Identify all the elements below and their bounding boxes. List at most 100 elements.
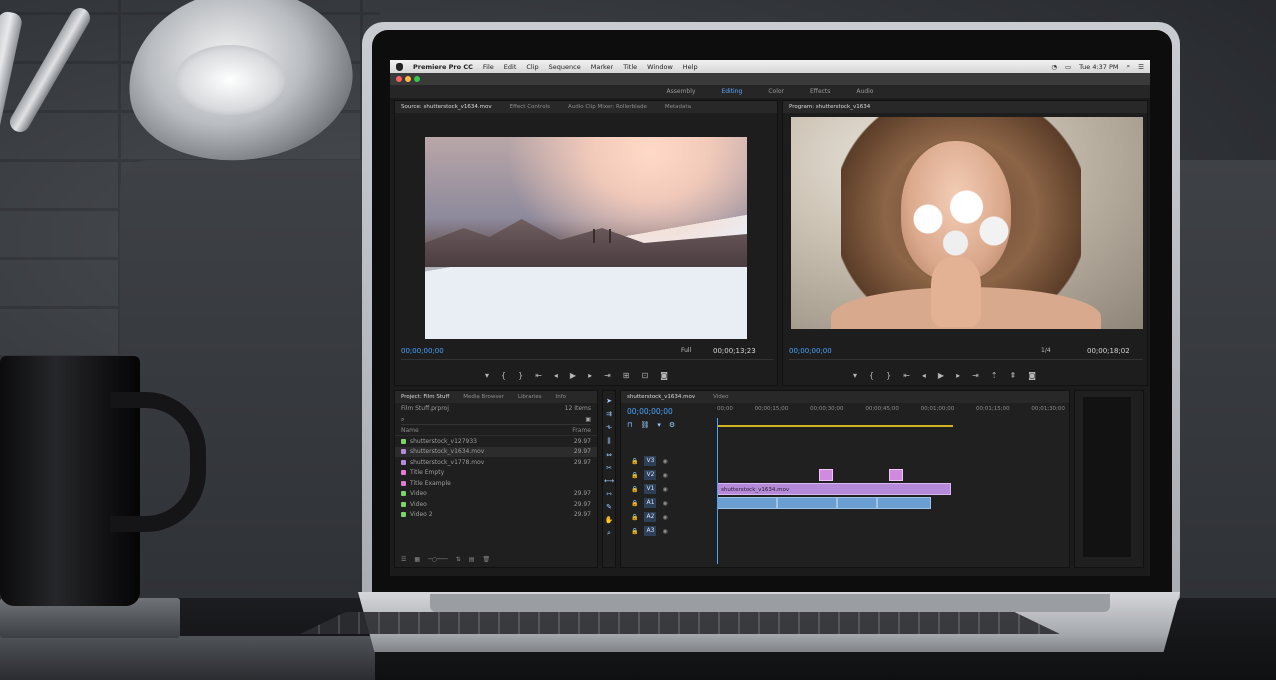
step-back-icon[interactable]: ◂ [554, 371, 558, 380]
add-marker-icon[interactable]: ▾ [853, 371, 857, 380]
program-scrub-bar[interactable] [789, 359, 1143, 367]
toggle-sync-lock-icon[interactable]: 🔒 [631, 472, 638, 479]
extract-icon[interactable]: ⇞ [1010, 371, 1017, 380]
video-clip[interactable]: shutterstock_v1634.mov [717, 483, 951, 495]
go-to-out-icon[interactable]: ⇥ [604, 371, 611, 380]
step-forward-icon[interactable]: ▸ [956, 371, 960, 380]
tab-info[interactable]: Info [556, 394, 566, 400]
go-to-in-icon[interactable]: ⇤ [535, 371, 542, 380]
track-target-label[interactable]: A1 [644, 498, 657, 508]
linked-selection-icon[interactable]: ⛓ [640, 421, 649, 429]
tab-program[interactable]: Program: shutterstock_v1634 [789, 104, 870, 110]
zoom-tool-icon[interactable]: ⌕ [607, 529, 611, 538]
workspace-effects[interactable]: Effects [810, 88, 830, 95]
tab-source[interactable]: Source: shutterstock_v1634.mov [401, 104, 492, 110]
menubar-clock[interactable]: Tue 4:37 PM [1079, 63, 1118, 71]
go-to-in-icon[interactable]: ⇤ [903, 371, 910, 380]
menu-list-icon[interactable]: ☰ [1138, 63, 1144, 71]
menu-clip[interactable]: Clip [526, 63, 538, 71]
pen-tool-icon[interactable]: ✎ [606, 503, 612, 511]
tab-effect-controls[interactable]: Effect Controls [510, 104, 550, 110]
track-header[interactable]: 🔒 V2 ◉ [621, 469, 717, 481]
project-item-row[interactable]: Video 2 29.97 [395, 510, 597, 521]
icon-view-icon[interactable]: ▦ [414, 556, 420, 563]
export-frame-icon[interactable]: ◙ [1028, 371, 1036, 380]
apple-logo-icon[interactable] [396, 62, 403, 71]
project-item-row[interactable]: Video 29.97 [395, 489, 597, 500]
track-target-label[interactable]: V2 [644, 470, 657, 480]
spotlight-search-icon[interactable]: ⌕ [1127, 62, 1131, 71]
track-header[interactable]: 🔒 A1 ◉ [621, 497, 717, 509]
menu-marker[interactable]: Marker [591, 63, 613, 71]
new-item-icon[interactable]: ▤ [469, 556, 475, 563]
tab-libraries[interactable]: Libraries [518, 394, 542, 400]
track-target-label[interactable]: A3 [644, 526, 657, 536]
project-item-row[interactable]: Title Example [395, 478, 597, 489]
timeline-timecode[interactable]: 00;00;00;00 [627, 407, 673, 416]
audio-clip[interactable] [777, 497, 837, 509]
audio-clip[interactable] [877, 497, 931, 509]
source-fit-select[interactable]: Full [681, 347, 691, 354]
menu-sequence[interactable]: Sequence [549, 63, 581, 71]
project-item-row[interactable]: shutterstock_v127933 29.97 [395, 436, 597, 447]
toggle-output-icon[interactable]: ◉ [662, 500, 667, 507]
column-frame-rate[interactable]: Frame [572, 427, 591, 435]
tab-sequence-video[interactable]: Video [713, 394, 728, 400]
close-window-button[interactable] [396, 76, 402, 82]
track-select-tool-icon[interactable]: ⇉ [606, 410, 612, 418]
toggle-sync-lock-icon[interactable]: 🔒 [631, 458, 638, 465]
title-clip-2[interactable] [889, 469, 903, 481]
add-marker-icon[interactable]: ▾ [485, 371, 489, 380]
toggle-sync-lock-icon[interactable]: 🔒 [631, 528, 638, 535]
slip-tool-icon[interactable]: ⟷ [604, 477, 614, 485]
track-header[interactable]: 🔒 V1 ◉ [621, 483, 717, 495]
trash-icon[interactable]: 🗑 [482, 556, 490, 563]
toggle-sync-lock-icon[interactable]: 🔒 [631, 500, 638, 507]
snap-icon[interactable]: ⊓ [627, 421, 632, 429]
toggle-output-icon[interactable]: ◉ [662, 514, 667, 521]
hand-tool-icon[interactable]: ✋ [605, 516, 614, 524]
project-search-input[interactable]: ⌕ ▣ [401, 415, 591, 425]
menu-window[interactable]: Window [647, 63, 673, 71]
overwrite-icon[interactable]: ⊡ [642, 371, 649, 380]
menu-title[interactable]: Title [623, 63, 637, 71]
add-marker-icon[interactable]: ▾ [657, 421, 661, 429]
razor-tool-icon[interactable]: ✂ [606, 464, 612, 472]
track-target-label[interactable]: V1 [644, 484, 657, 494]
program-video-frame[interactable] [791, 117, 1143, 329]
play-icon[interactable]: ▶ [938, 371, 944, 380]
title-clip-1[interactable] [819, 469, 833, 481]
play-icon[interactable]: ▶ [570, 371, 576, 380]
toggle-output-icon[interactable]: ◉ [662, 458, 667, 465]
zoom-window-button[interactable] [414, 76, 420, 82]
battery-icon[interactable]: ▭ [1065, 63, 1071, 71]
mark-in-icon[interactable]: { [501, 371, 506, 380]
list-view-icon[interactable]: ☰ [401, 556, 406, 563]
track-target-label[interactable]: A2 [644, 512, 657, 522]
go-to-out-icon[interactable]: ⇥ [972, 371, 979, 380]
sort-icon[interactable]: ⇅ [456, 556, 461, 563]
slide-tool-icon[interactable]: ⇿ [606, 490, 612, 498]
mark-in-icon[interactable]: { [869, 371, 874, 380]
app-menu[interactable]: Premiere Pro CC [413, 63, 473, 71]
audio-clip[interactable] [837, 497, 877, 509]
toggle-output-icon[interactable]: ◉ [662, 486, 667, 493]
track-header[interactable]: 🔒 V3 ◉ [621, 455, 717, 467]
tab-sequence[interactable]: shutterstock_v1634.mov [627, 394, 695, 400]
playhead[interactable] [717, 418, 718, 564]
selection-tool-icon[interactable]: ➤ [606, 397, 612, 405]
menu-edit[interactable]: Edit [504, 63, 517, 71]
column-name[interactable]: Name [401, 427, 419, 435]
zoom-slider[interactable]: ─○─── [428, 556, 448, 563]
audio-clip[interactable] [717, 497, 777, 509]
ripple-edit-tool-icon[interactable]: ⟛ [606, 423, 612, 432]
export-frame-icon[interactable]: ◙ [660, 371, 668, 380]
project-item-row[interactable]: Title Empty [395, 468, 597, 479]
tab-metadata[interactable]: Metadata [665, 104, 691, 110]
toggle-sync-lock-icon[interactable]: 🔒 [631, 514, 638, 521]
source-scrub-bar[interactable] [401, 359, 773, 367]
tab-media-browser[interactable]: Media Browser [463, 394, 504, 400]
new-bin-icon[interactable]: ▣ [585, 416, 591, 423]
step-forward-icon[interactable]: ▸ [588, 371, 592, 380]
project-item-row[interactable]: shutterstock_v1634.mov 29.97 [395, 446, 597, 457]
